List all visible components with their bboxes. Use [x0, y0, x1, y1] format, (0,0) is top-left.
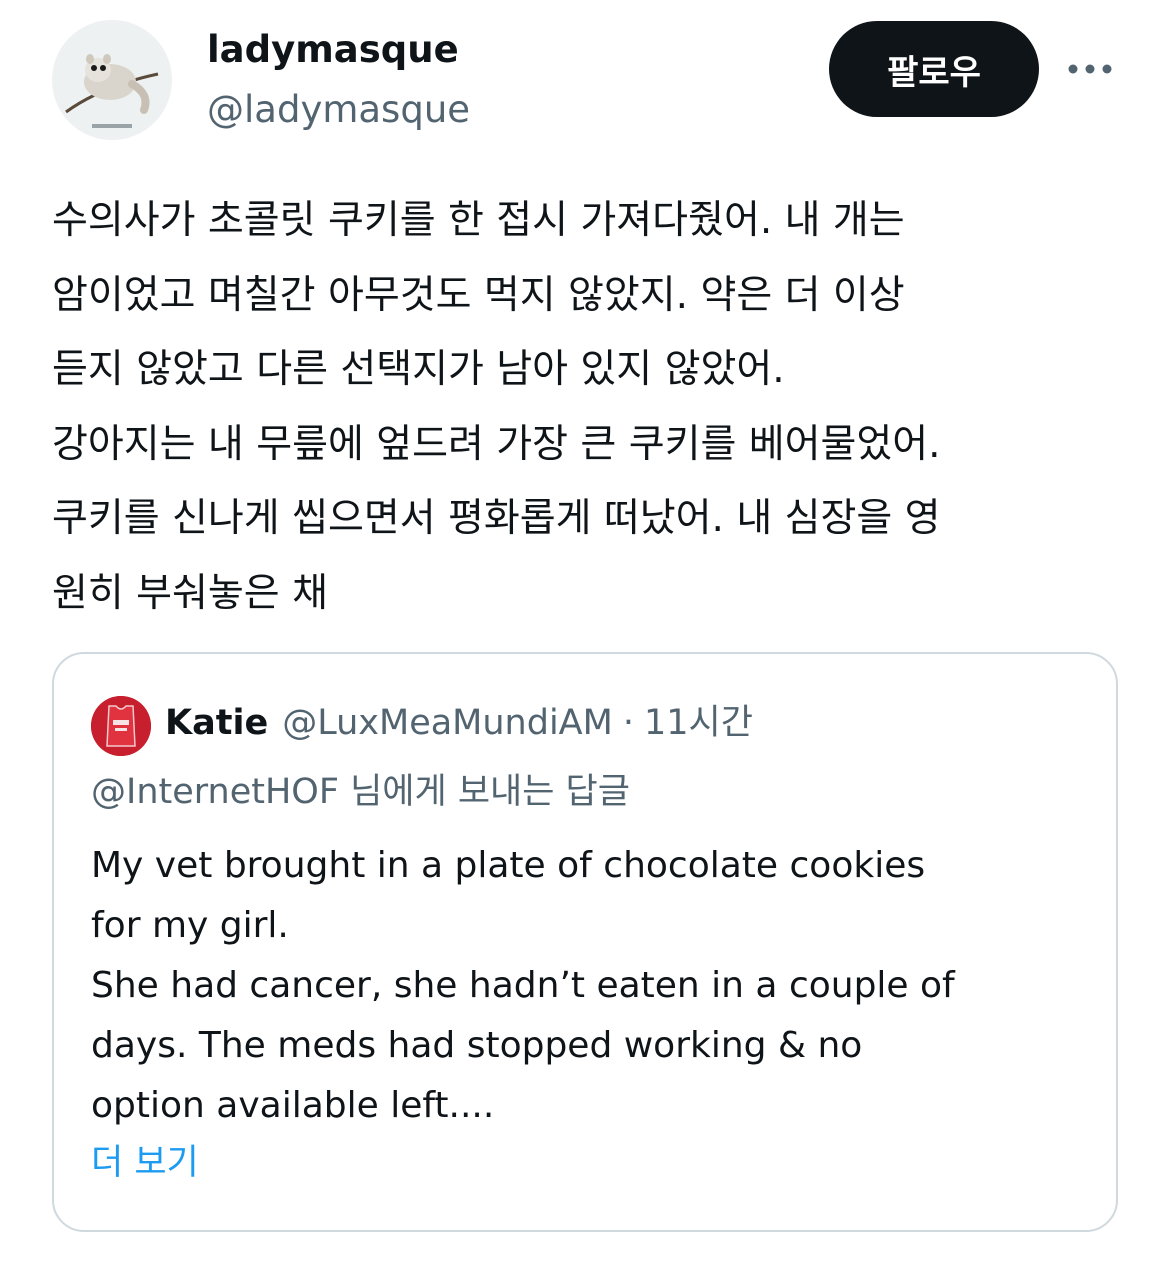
- separator-dot: ·: [622, 703, 634, 743]
- author-avatar[interactable]: [52, 20, 172, 140]
- quoted-tweet-text: My vet brought in a plate of chocolate c…: [91, 845, 955, 1126]
- tweet-text: 수의사가 초콜릿 쿠키를 한 접시 가져다줬어. 내 개는 암이었고 며칠간 아…: [52, 198, 941, 616]
- red-jersey-icon: [91, 696, 151, 756]
- more-horizontal-icon: [1068, 64, 1112, 74]
- quoted-author-avatar[interactable]: [91, 696, 151, 756]
- quoted-timestamp[interactable]: 11시간: [644, 700, 753, 746]
- more-options-button[interactable]: [1062, 46, 1118, 92]
- follow-button[interactable]: 팔로우: [829, 21, 1039, 117]
- reply-context: @InternetHOF 님에게 보내는 답글: [91, 772, 630, 812]
- flying-squirrel-icon: [52, 20, 172, 140]
- quoted-author-name[interactable]: Katie: [165, 700, 268, 746]
- quoted-tweet-card[interactable]: Katie @LuxMeaMundiAM · 11시간 @InternetHOF…: [52, 652, 1118, 1232]
- show-more-link[interactable]: 더 보기: [91, 1140, 199, 1186]
- author-display-name[interactable]: ladymasque: [207, 28, 459, 72]
- author-handle[interactable]: @ladymasque: [207, 88, 470, 132]
- tweet: ladymasque @ladymasque 팔로우 수의사가 초콜릿 쿠키를 …: [0, 0, 1170, 1262]
- quoted-author-handle[interactable]: @LuxMeaMundiAM: [282, 700, 613, 746]
- quoted-header: Katie @LuxMeaMundiAM · 11시간: [165, 700, 753, 746]
